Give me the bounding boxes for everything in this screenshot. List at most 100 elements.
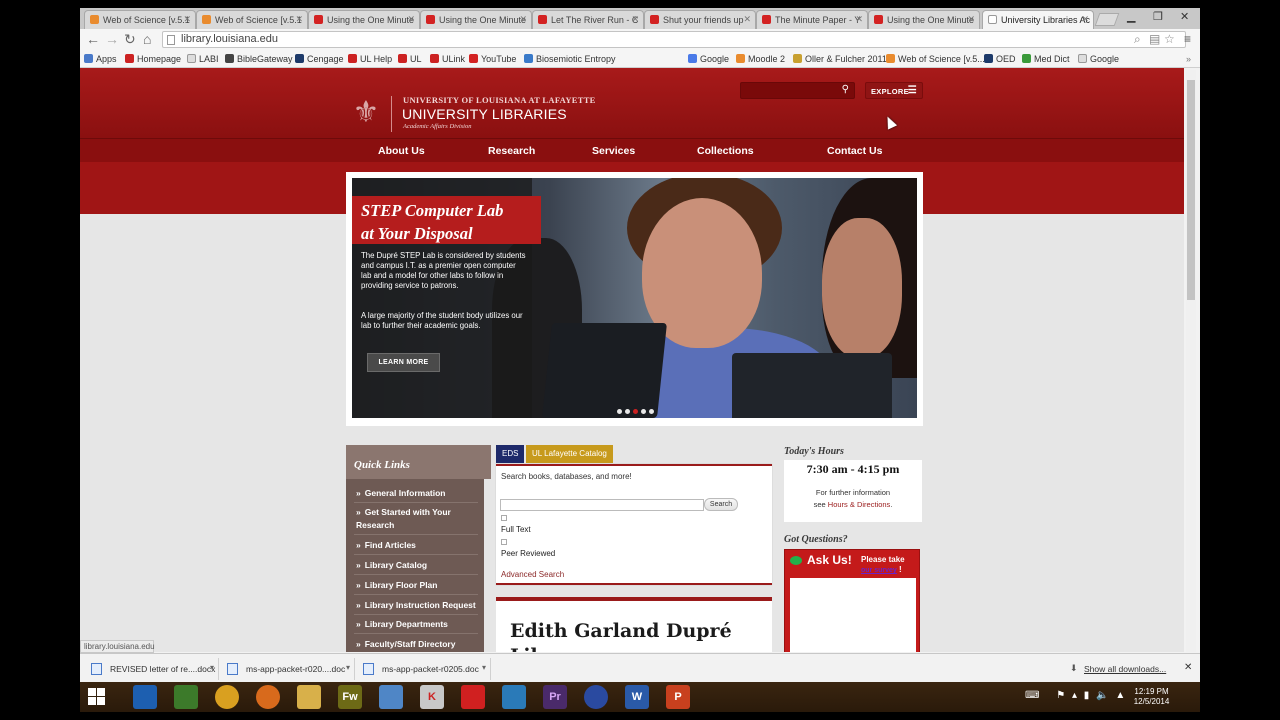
bookmark-oed[interactable]: OED (984, 54, 1016, 64)
nav-research[interactable]: Research (488, 145, 535, 157)
nav-contact-us[interactable]: Contact Us (827, 145, 882, 157)
bookmark-apps[interactable]: Apps (84, 54, 117, 64)
tab-1[interactable]: Web of Science [v.5.1 ✕ (84, 10, 196, 29)
advanced-search-link[interactable]: Advanced Search (501, 570, 564, 579)
university-name[interactable]: UNIVERSITY OF LOUISIANA AT LAFAYETTE (403, 95, 596, 105)
quick-link-general-information[interactable]: General Information (356, 487, 481, 500)
page-action-icon[interactable]: ▤ (1149, 32, 1160, 46)
ask-us-widget[interactable]: Ask Us! Please take our survey ! (784, 549, 920, 652)
slide-dot-5[interactable] (649, 409, 654, 414)
nav-about-us[interactable]: About Us (378, 145, 425, 157)
bookmark-ul-help[interactable]: UL Help (348, 54, 392, 64)
close-icon[interactable]: ✕ (1184, 662, 1192, 673)
hours-directions-link[interactable]: Hours & Directions (828, 500, 891, 509)
back-icon[interactable]: ← (86, 31, 100, 47)
minimize-icon[interactable]: ▁ (1127, 10, 1135, 23)
flash-icon[interactable] (584, 685, 608, 709)
tab-eds[interactable]: EDS (496, 445, 525, 463)
quick-link-get-started[interactable]: Get Started with Your Research (356, 506, 481, 532)
bookmark-ulink[interactable]: ULink (430, 54, 465, 64)
slide-dot-1[interactable] (617, 409, 622, 414)
bookmark-med-dict[interactable]: Med Dict (1022, 54, 1070, 64)
dropdown-icon[interactable]: ▾ (482, 663, 486, 672)
outlook-icon[interactable] (133, 685, 157, 709)
home-icon[interactable]: ⌂ (143, 31, 151, 47)
bookmark-web-of-science[interactable]: Web of Science [v.5... (886, 54, 985, 64)
quick-link-library-catalog[interactable]: Library Catalog (356, 559, 481, 572)
address-bar[interactable]: library.louisiana.edu (162, 31, 1186, 48)
bookmark-star-icon[interactable]: ☆ (1164, 32, 1175, 46)
bookmark-labi[interactable]: LABI (187, 54, 219, 64)
search-input[interactable] (500, 499, 704, 511)
bookmark-biosemiotic-entropy[interactable]: Biosemiotic Entropy (524, 54, 616, 64)
reload-icon[interactable]: ↻ (124, 31, 136, 48)
acrobat-icon[interactable] (461, 685, 485, 709)
search-button[interactable]: Search (704, 498, 738, 511)
vertical-scrollbar[interactable] (1186, 70, 1196, 652)
close-icon[interactable]: ✕ (183, 14, 191, 25)
tab-7[interactable]: The Minute Paper - Y ✕ (756, 10, 868, 29)
tab-3[interactable]: Using the One Minute ✕ (308, 10, 420, 29)
close-icon[interactable]: ✕ (295, 14, 303, 25)
kaspersky-icon[interactable]: K (420, 685, 444, 709)
search-icon[interactable]: ⚲ (842, 84, 849, 95)
fleur-de-lis-logo[interactable]: ⚜ (348, 94, 384, 132)
close-icon[interactable]: ✕ (855, 14, 863, 25)
download-item[interactable]: REVISED letter of re....docx ▾ (84, 658, 219, 680)
hero-photo[interactable]: STEP Computer Lab at Your Disposal The D… (352, 178, 917, 418)
slide-dot-3-active[interactable] (633, 409, 638, 414)
bookmark-moodle-2[interactable]: Moodle 2 (736, 54, 785, 64)
tab-8[interactable]: Using the One Minute ✕ (868, 10, 980, 29)
word-icon[interactable]: W (625, 685, 649, 709)
flag-icon[interactable]: ⚑ (1056, 690, 1065, 701)
show-hidden-icon[interactable]: ▴ (1072, 690, 1077, 701)
full-text-checkbox[interactable] (501, 515, 507, 521)
nav-collections[interactable]: Collections (697, 145, 754, 157)
tab-4[interactable]: Using the One Minute ✕ (420, 10, 532, 29)
close-icon[interactable]: ✕ (631, 14, 639, 25)
new-tab-button[interactable] (1094, 13, 1120, 26)
tab-5[interactable]: Let The River Run - C ✕ (532, 10, 644, 29)
bookmark-google-2[interactable]: Google (1078, 54, 1119, 64)
windows-start-icon[interactable] (88, 688, 106, 706)
close-icon[interactable]: ✕ (407, 14, 415, 25)
slide-dot-2[interactable] (625, 409, 630, 414)
network-status-icon[interactable]: ▮ (1084, 690, 1090, 701)
forward-icon[interactable]: → (105, 31, 119, 47)
dropdown-icon[interactable]: ▾ (210, 663, 214, 672)
volume-icon[interactable]: 🔈 (1096, 690, 1108, 701)
remote-desktop-icon[interactable] (379, 685, 403, 709)
bookmark-ul[interactable]: UL (398, 54, 422, 64)
network-icon[interactable] (174, 685, 198, 709)
bookmarks-overflow-icon[interactable]: » (1186, 54, 1191, 64)
chat-frame[interactable] (790, 578, 916, 652)
tab-ul-lafayette-catalog[interactable]: UL Lafayette Catalog (526, 445, 613, 463)
site-search-input[interactable]: ⚲ (740, 82, 855, 99)
download-item[interactable]: ms-app-packet-r0205.doc ▾ (356, 658, 491, 680)
firefox-icon[interactable] (256, 685, 280, 709)
library-name[interactable]: UNIVERSITY LIBRARIES (402, 106, 567, 122)
maximize-icon[interactable]: ❐ (1153, 10, 1163, 23)
bookmark-homepage[interactable]: Homepage (125, 54, 181, 64)
clock[interactable]: 12:19 PM 12/5/2014 (1124, 687, 1179, 707)
bookmark-cengage[interactable]: Cengage (295, 54, 344, 64)
tab-9-active[interactable]: University Libraries Ac ✕ (982, 10, 1094, 29)
learn-more-button[interactable]: LEARN MORE (367, 353, 440, 372)
bookmark-oller-fulcher[interactable]: Oller & Fulcher 2011 (793, 54, 887, 64)
tab-6[interactable]: Shut your friends up ✕ (644, 10, 756, 29)
file-explorer-icon[interactable] (297, 685, 321, 709)
bookmark-youtube[interactable]: YouTube (469, 54, 516, 64)
quick-link-instruction-request[interactable]: Library Instruction Request (356, 599, 481, 612)
nav-services[interactable]: Services (592, 145, 635, 157)
quick-link-floor-plan[interactable]: Library Floor Plan (356, 579, 481, 592)
quick-link-find-articles[interactable]: Find Articles (356, 539, 481, 552)
survey-link[interactable]: our survey (861, 567, 897, 574)
slide-dot-4[interactable] (641, 409, 646, 414)
keyboard-icon[interactable]: ⌨ (1025, 690, 1039, 701)
close-icon[interactable]: ✕ (519, 14, 527, 25)
search-icon[interactable]: ⌕ (1134, 32, 1141, 47)
quick-link-staff-directory[interactable]: Faculty/Staff Directory (356, 638, 481, 651)
close-window-icon[interactable]: ✕ (1180, 10, 1189, 23)
scrollbar-thumb[interactable] (1187, 80, 1195, 300)
tab-2[interactable]: Web of Science [v.5.1 ✕ (196, 10, 308, 29)
